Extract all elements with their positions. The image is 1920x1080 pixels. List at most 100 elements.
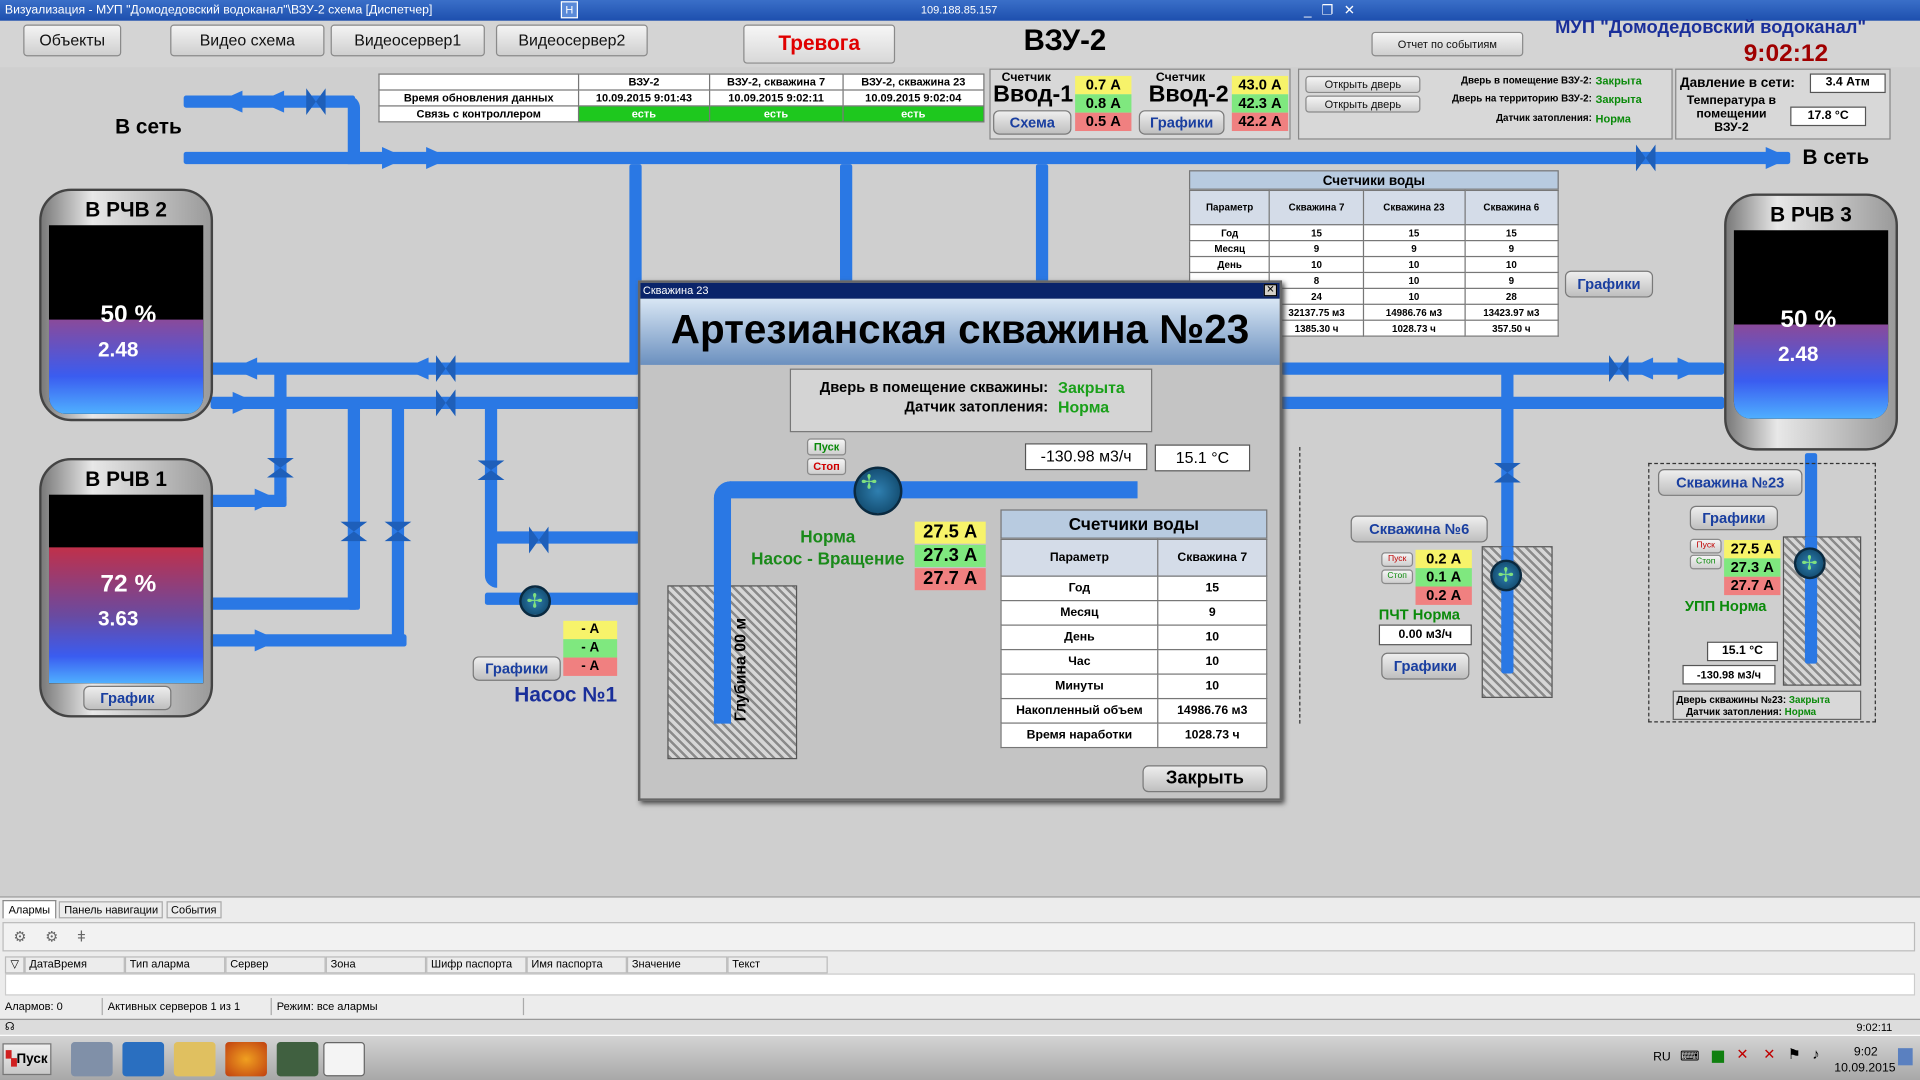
alarm-column-header[interactable]: Текст [727, 956, 828, 974]
table-cell: 10 [1362, 271, 1466, 289]
video-server2-button[interactable]: Видеосервер2 [495, 24, 648, 57]
open-door-button-2[interactable]: Открыть дверь [1305, 95, 1421, 113]
language-indicator[interactable]: RU [1653, 1051, 1671, 1064]
door-territory-label: Дверь на территорию ВЗУ-2: [1451, 93, 1592, 105]
popup-flow-value: -130.98 м3/ч [1024, 443, 1148, 471]
counter2-graphs-button[interactable]: Графики [1138, 110, 1225, 135]
tray-alert-icon[interactable]: ✕ [1763, 1046, 1775, 1063]
valve-icon [266, 457, 294, 478]
tray-scada-icon[interactable] [1711, 1050, 1725, 1063]
tray-flag-icon[interactable]: ⚑ [1788, 1046, 1801, 1063]
tab-navigation[interactable]: Панель навигации [59, 901, 164, 919]
valve-icon [1493, 462, 1521, 483]
table-cell: 1385.30 ч [1269, 319, 1364, 337]
scheme-button[interactable]: Схема [993, 110, 1072, 135]
well23-amp-c: 27.7 А [1724, 576, 1781, 596]
events-report-button[interactable]: Отчет по событиям [1371, 31, 1524, 57]
alarm-column-header[interactable]: Имя паспорта [526, 956, 627, 974]
video-server1-button[interactable]: Видеосервер1 [330, 24, 485, 57]
popup-start-button[interactable]: Пуск [806, 438, 847, 456]
table-cell: 13423.97 м3 [1463, 303, 1559, 321]
well23-button[interactable]: Скважина №23 [1657, 468, 1803, 496]
valve-icon [528, 526, 549, 554]
popup-close-button[interactable]: Закрыть [1142, 765, 1268, 793]
alarm-column-header[interactable]: Зона [325, 956, 427, 974]
well6-dashed-frame [1281, 446, 1301, 724]
tray-network-icon[interactable]: ✕ [1736, 1046, 1748, 1063]
video-scheme-button[interactable]: Видео схема [170, 24, 325, 57]
alarm-column-header[interactable]: ДатаВремя [24, 956, 125, 974]
close-icon[interactable]: ✕ [1340, 1, 1360, 22]
well6-pump-icon[interactable] [1490, 559, 1523, 592]
pump1-rotor-icon[interactable] [519, 585, 552, 618]
objects-button[interactable]: Объекты [23, 24, 122, 57]
table-cell: 1028.73 ч [1157, 722, 1268, 749]
tank-rchv2: В РЧВ 2 50 % 2.48 [39, 188, 214, 422]
tray-date[interactable]: 10.09.2015 [1834, 1062, 1895, 1075]
tank-name: В РЧВ 3 [1770, 203, 1852, 227]
alarm-count: Алармов: 0 [0, 997, 103, 1016]
well23-start-button[interactable]: Пуск [1689, 538, 1722, 554]
well23-popup[interactable]: Скважина 23 ✕ Артезианская скважина №23 … [637, 280, 1283, 801]
table-cell: День [1000, 624, 1159, 651]
tray-volume-icon[interactable]: ♪ [1812, 1046, 1819, 1063]
show-desktop-icon[interactable] [1897, 1048, 1913, 1066]
valve-icon [384, 521, 412, 542]
rchv1-graph-button[interactable]: График [83, 685, 172, 711]
table-cell: Год [1000, 575, 1159, 602]
popup-pipe-v [713, 481, 732, 724]
well23-graphs-button[interactable]: Графики [1689, 505, 1778, 531]
well23-stop-button[interactable]: Стоп [1689, 554, 1722, 570]
filter-icon[interactable]: ǂ [77, 928, 86, 945]
ack-all-icon[interactable]: ⚙ [45, 928, 58, 945]
table-cell: 10 [1157, 648, 1268, 675]
alarm-column-header[interactable]: Шифр паспорта [426, 956, 527, 974]
well23-pump-icon[interactable] [1793, 547, 1826, 580]
table-cell: 10 [1362, 255, 1466, 274]
table-cell: 9 [1269, 240, 1364, 258]
well6-stop-button[interactable]: Стоп [1381, 569, 1414, 585]
alarm-columns: ▽ ДатаВремя Тип аларма Сервер Зона Шифр пасп… [4, 956, 828, 974]
well6-button[interactable]: Скважина №6 [1350, 515, 1488, 543]
table-cell: 357.50 ч [1463, 319, 1559, 337]
pump1-graphs-button[interactable]: Графики [472, 656, 561, 681]
well6-start-button[interactable]: Пуск [1381, 552, 1414, 567]
scada-app-icon[interactable] [276, 1042, 319, 1077]
popup-stop-button[interactable]: Стоп [806, 457, 847, 476]
visualization-app-icon[interactable] [323, 1042, 365, 1077]
server-manager-icon[interactable] [71, 1042, 113, 1077]
alarm-column-header[interactable]: Сервер [225, 956, 326, 974]
alarm-list[interactable] [4, 973, 1916, 996]
alarm-button[interactable]: Тревога [743, 24, 896, 64]
maximize-icon[interactable]: ❐ [1318, 1, 1338, 22]
popup-pump-icon[interactable] [853, 466, 903, 516]
counter2-amp-c: 42.2 А [1231, 112, 1289, 132]
explorer-icon[interactable] [173, 1042, 216, 1077]
popup-temp-value: 15.1 °С [1154, 444, 1251, 472]
powershell-icon[interactable] [122, 1042, 165, 1077]
tab-events[interactable]: События [166, 901, 222, 919]
meters-graphs-button[interactable]: Графики [1564, 270, 1654, 298]
well6-graphs-button[interactable]: Графики [1381, 652, 1470, 680]
minimize-icon[interactable]: _ [1298, 1, 1318, 22]
tray-keyboard-icon[interactable]: ⌨ [1680, 1048, 1699, 1064]
sort-icon[interactable]: ▽ [4, 956, 25, 974]
alarm-column-header[interactable]: Тип аларма [124, 956, 226, 974]
alarm-column-header[interactable]: Значение [626, 956, 728, 974]
tank-name: В РЧВ 2 [85, 198, 167, 222]
table-cell: 14986.76 м3 [1157, 697, 1268, 724]
start-button[interactable]: ▚Пуск [2, 1043, 52, 1076]
well6-amp-c: 0.2 А [1415, 586, 1472, 605]
well6-flow: 0.00 м3/ч [1378, 624, 1472, 646]
table-cell: 15 [1269, 224, 1364, 242]
alarm-toolbar: ⚙ ⚙ ǂ [2, 922, 1916, 952]
open-door-button-1[interactable]: Открыть дверь [1305, 75, 1421, 94]
popup-close-icon[interactable]: ✕ [1263, 284, 1278, 297]
tab-alarms[interactable]: Алармы [2, 900, 57, 919]
table-cell: 28 [1463, 287, 1559, 305]
firefox-icon[interactable] [225, 1042, 267, 1077]
remote-restore-icon[interactable]: H [560, 1, 578, 19]
tray-time[interactable]: 9:02 [1854, 1046, 1878, 1059]
popup-amp-b: 27.3 А [914, 544, 986, 567]
ack-icon[interactable]: ⚙ [13, 928, 26, 945]
